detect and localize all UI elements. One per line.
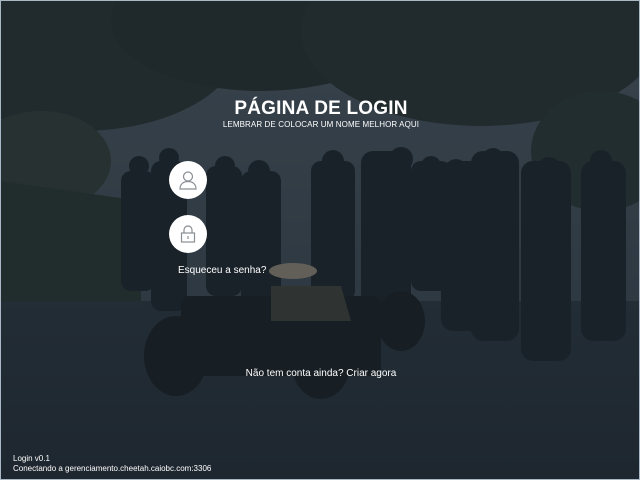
version-label: Login v0.1	[13, 454, 50, 463]
page-subtitle: LEMBRAR DE COLOCAR UM NOME MELHOR AQUI	[222, 120, 420, 129]
lock-icon-badge	[169, 215, 207, 253]
forgot-password-link[interactable]: Esqueceu a senha?	[178, 265, 266, 276]
connection-status: Conectando a gerenciamento.cheetah.caiob…	[13, 464, 212, 473]
password-input[interactable]	[215, 221, 429, 249]
username-input[interactable]	[215, 167, 429, 195]
signup-link[interactable]: Não tem conta ainda? Criar agora	[1, 368, 639, 379]
user-icon-badge	[169, 161, 207, 199]
page-title: PÁGINA DE LOGIN	[234, 98, 408, 119]
login-window: PÁGINA DE LOGIN LEMBRAR DE COLOCAR UM NO…	[0, 0, 640, 480]
lock-icon	[180, 225, 196, 243]
user-icon	[179, 171, 197, 190]
